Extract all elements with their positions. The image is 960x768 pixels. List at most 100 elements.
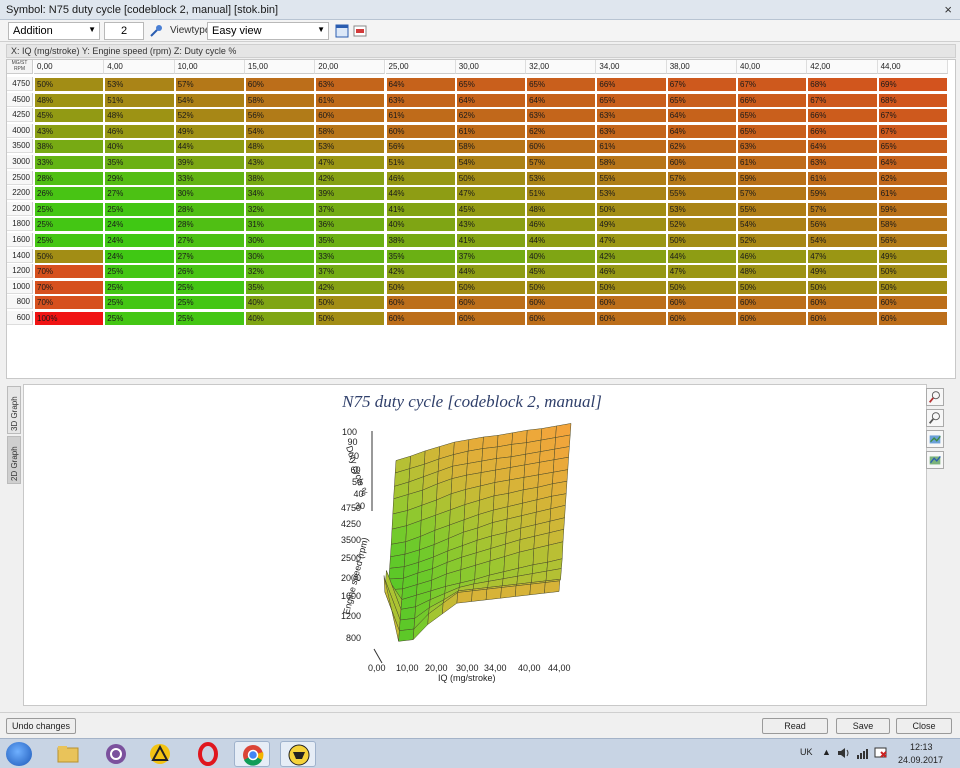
map-cell[interactable]: 65% bbox=[667, 93, 736, 107]
map-cell[interactable]: 63% bbox=[527, 109, 596, 123]
map-cell[interactable]: 37% bbox=[456, 249, 526, 263]
map-cell[interactable]: 53% bbox=[527, 171, 596, 185]
zoom-out-icon[interactable] bbox=[926, 409, 944, 427]
map-cell[interactable]: 50% bbox=[35, 249, 104, 263]
tray-expand-icon[interactable]: ▲ bbox=[822, 747, 831, 757]
close-button[interactable]: Close bbox=[896, 718, 952, 734]
map-cell[interactable]: 42% bbox=[316, 171, 385, 185]
map-cell[interactable]: 50% bbox=[878, 265, 947, 279]
map-cell[interactable]: 54% bbox=[245, 124, 315, 138]
map-cell[interactable]: 60% bbox=[456, 296, 526, 310]
map-cell[interactable]: 62% bbox=[878, 171, 947, 185]
map-cell[interactable]: 40% bbox=[245, 296, 315, 310]
map-cell[interactable]: 46% bbox=[386, 171, 455, 185]
map-cell[interactable]: 47% bbox=[597, 234, 666, 247]
map-cell[interactable]: 44% bbox=[386, 187, 455, 201]
map-cell[interactable]: 50% bbox=[738, 280, 807, 294]
map-cell[interactable]: 70% bbox=[35, 296, 104, 310]
map-cell[interactable]: 53% bbox=[105, 78, 174, 91]
map-cell[interactable]: 50% bbox=[597, 202, 666, 216]
map-cell[interactable]: 44% bbox=[667, 249, 736, 263]
map-cell[interactable]: 43% bbox=[456, 218, 526, 232]
opera-taskbar-button[interactable] bbox=[190, 741, 226, 767]
map-cell[interactable]: 25% bbox=[35, 202, 104, 216]
map-cell[interactable]: 66% bbox=[738, 93, 807, 107]
map-cell[interactable]: 58% bbox=[316, 124, 385, 138]
map-cell[interactable]: 49% bbox=[878, 249, 947, 263]
map-cell[interactable]: 61% bbox=[808, 171, 877, 185]
windows-start-icon[interactable] bbox=[6, 742, 32, 766]
map-cell[interactable]: 38% bbox=[35, 140, 104, 154]
map-cell[interactable]: 45% bbox=[456, 202, 526, 216]
map-cell[interactable]: 28% bbox=[175, 202, 244, 216]
map-cell[interactable]: 39% bbox=[316, 187, 385, 201]
map-cell[interactable]: 51% bbox=[105, 93, 174, 107]
map-cell[interactable]: 41% bbox=[386, 202, 455, 216]
map-cell[interactable]: 55% bbox=[667, 187, 736, 201]
map-cell[interactable]: 59% bbox=[878, 202, 947, 216]
read-button[interactable]: Read bbox=[762, 718, 828, 734]
map-cell[interactable]: 44% bbox=[527, 234, 596, 247]
map-cell[interactable]: 65% bbox=[597, 93, 666, 107]
map-cell[interactable]: 64% bbox=[878, 156, 947, 169]
map-cell[interactable]: 60% bbox=[527, 140, 596, 154]
map-cell[interactable]: 35% bbox=[316, 234, 385, 247]
map-cell[interactable]: 55% bbox=[597, 171, 666, 185]
map-cell[interactable]: 49% bbox=[808, 265, 877, 279]
viber-taskbar-button[interactable] bbox=[98, 741, 134, 767]
export-icon[interactable] bbox=[352, 23, 368, 39]
map-cell[interactable]: 64% bbox=[527, 93, 596, 107]
map-cell[interactable]: 47% bbox=[456, 187, 526, 201]
map-cell[interactable]: 60% bbox=[386, 124, 455, 138]
map-cell[interactable]: 56% bbox=[878, 234, 947, 247]
map-cell[interactable]: 51% bbox=[386, 156, 455, 169]
map-cell[interactable]: 50% bbox=[456, 280, 526, 294]
map-cell[interactable]: 64% bbox=[456, 93, 526, 107]
map-cell[interactable]: 35% bbox=[245, 280, 315, 294]
map-cell[interactable]: 34% bbox=[245, 187, 315, 201]
reset-view-icon[interactable] bbox=[926, 451, 944, 469]
map-cell[interactable]: 58% bbox=[597, 156, 666, 169]
map-cell[interactable]: 60% bbox=[878, 296, 947, 310]
map-cell[interactable]: 28% bbox=[35, 171, 104, 185]
map-cell[interactable]: 40% bbox=[245, 312, 315, 325]
map-cell[interactable]: 58% bbox=[878, 218, 947, 232]
map-cell[interactable]: 37% bbox=[316, 265, 385, 279]
map-cell[interactable]: 65% bbox=[738, 124, 807, 138]
map-cell[interactable]: 25% bbox=[35, 218, 104, 232]
map-cell[interactable]: 52% bbox=[667, 218, 736, 232]
map-cell[interactable]: 32% bbox=[245, 265, 315, 279]
zoom-in-icon[interactable] bbox=[926, 388, 944, 406]
map-cell[interactable]: 57% bbox=[738, 187, 807, 201]
map-cell[interactable]: 65% bbox=[878, 140, 947, 154]
map-cell[interactable]: 70% bbox=[35, 280, 104, 294]
map-cell[interactable]: 62% bbox=[667, 140, 736, 154]
map-cell[interactable]: 46% bbox=[105, 124, 174, 138]
map-cell[interactable]: 54% bbox=[808, 234, 877, 247]
map-cell[interactable]: 63% bbox=[386, 93, 455, 107]
map-cell[interactable]: 30% bbox=[245, 249, 315, 263]
map-cell[interactable]: 50% bbox=[667, 234, 736, 247]
map-cell[interactable]: 56% bbox=[808, 218, 877, 232]
map-cell[interactable]: 40% bbox=[105, 140, 174, 154]
map-cell[interactable]: 30% bbox=[245, 234, 315, 247]
map-cell[interactable]: 39% bbox=[175, 156, 244, 169]
map-cell[interactable]: 64% bbox=[667, 124, 736, 138]
map-cell[interactable]: 67% bbox=[738, 78, 807, 91]
viewtype-select[interactable]: Easy view ▼ bbox=[207, 22, 329, 40]
map-cell[interactable]: 54% bbox=[175, 93, 244, 107]
map-cell[interactable]: 48% bbox=[245, 140, 315, 154]
map-cell[interactable]: 50% bbox=[808, 280, 877, 294]
map-cell[interactable]: 30% bbox=[175, 187, 244, 201]
map-cell[interactable]: 42% bbox=[386, 265, 455, 279]
map-cell[interactable]: 67% bbox=[808, 93, 877, 107]
map-cell[interactable]: 38% bbox=[245, 171, 315, 185]
map-cell[interactable]: 63% bbox=[808, 156, 877, 169]
apply-pin-icon[interactable] bbox=[148, 23, 164, 39]
map-cell[interactable]: 61% bbox=[316, 93, 385, 107]
map-cell[interactable]: 43% bbox=[35, 124, 104, 138]
map-cell[interactable]: 53% bbox=[667, 202, 736, 216]
map-cell[interactable]: 29% bbox=[105, 171, 174, 185]
map-cell[interactable]: 68% bbox=[878, 93, 947, 107]
map-cell[interactable]: 58% bbox=[245, 93, 315, 107]
